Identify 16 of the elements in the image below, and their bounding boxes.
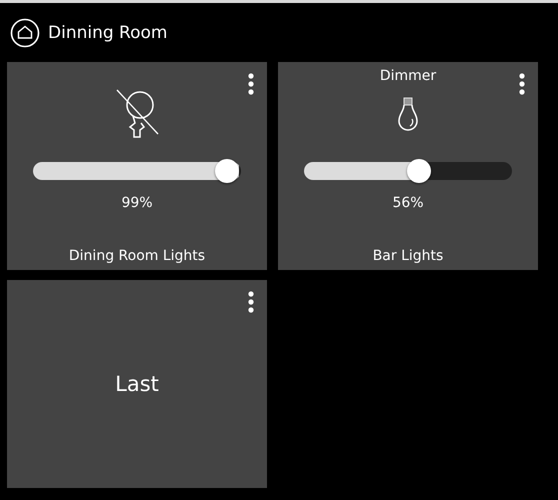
device-tile[interactable]: 99% Dining Room Lights: [7, 62, 267, 270]
device-tile[interactable]: Last: [7, 280, 267, 488]
more-options-icon[interactable]: [248, 73, 254, 95]
tile-label: Last: [115, 372, 159, 396]
device-name: Dining Room Lights: [68, 248, 206, 264]
more-options-icon[interactable]: [248, 291, 254, 313]
more-options-icon[interactable]: [519, 73, 525, 95]
brightness-slider[interactable]: [33, 159, 241, 183]
room-title: Dinning Room: [48, 23, 168, 43]
brightness-value: 99%: [121, 195, 153, 211]
brightness-value: 56%: [392, 195, 424, 211]
device-tile[interactable]: Dimmer 56% Bar Lights: [278, 62, 538, 270]
tile-title: Dimmer: [380, 68, 436, 84]
brightness-slider[interactable]: [304, 159, 512, 183]
device-name: Bar Lights: [372, 248, 444, 264]
home-icon[interactable]: [10, 18, 40, 48]
